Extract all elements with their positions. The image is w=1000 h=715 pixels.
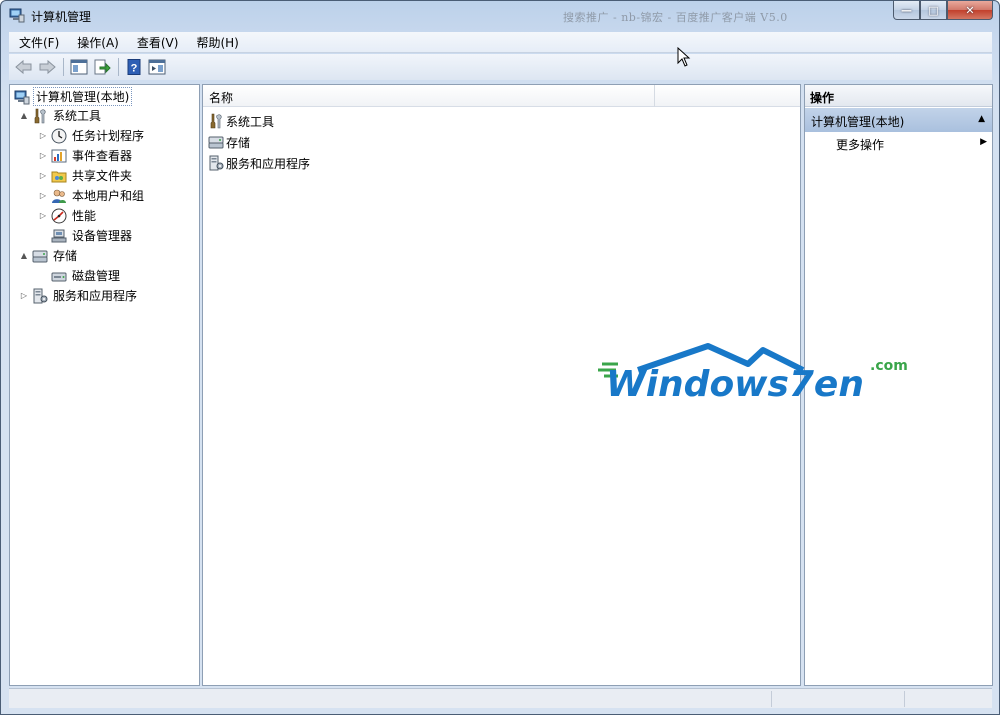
mouse-cursor-icon <box>677 47 691 67</box>
tree-item-root[interactable]: 计算机管理(本地) <box>12 87 133 106</box>
event-viewer-icon <box>51 149 67 162</box>
tree-item-label: 存储 <box>53 249 78 263</box>
tree-item-task-scheduler[interactable]: ▷ 任务计划程序 <box>37 126 146 145</box>
expand-arrow-icon[interactable]: ▷ <box>37 211 49 220</box>
toolbar-separator <box>118 58 119 76</box>
computer-management-icon <box>9 8 25 23</box>
export-list-button[interactable] <box>91 56 113 78</box>
toolbar: ? <box>9 54 992 80</box>
tree-item-performance[interactable]: ▷ 性能 <box>37 206 98 225</box>
show-hide-action-pane-button[interactable] <box>146 56 168 78</box>
list-item-services-apps[interactable]: 服务和应用程序 <box>208 153 310 173</box>
tree-item-services-apps[interactable]: ▷ 服务和应用程序 <box>18 286 139 305</box>
tree-item-disk-management[interactable]: 磁盘管理 <box>37 266 122 285</box>
minimize-icon: — <box>901 3 912 17</box>
tree-item-storage[interactable]: ▲ 存储 <box>18 246 79 265</box>
collapse-arrow-icon[interactable]: ▲ <box>18 111 30 120</box>
expand-arrow-icon[interactable]: ▷ <box>37 151 49 160</box>
list-item-label: 存储 <box>226 135 251 150</box>
close-icon: ✕ <box>965 3 975 17</box>
expand-arrow-icon[interactable]: ▷ <box>37 191 49 200</box>
forward-arrow-icon <box>39 59 56 75</box>
maximize-icon: □ <box>928 3 939 17</box>
collapse-arrow-icon[interactable]: ▲ <box>18 251 30 260</box>
status-bar-divider <box>771 691 772 707</box>
users-icon <box>52 189 66 203</box>
watermark-text: Windows7en <box>606 364 864 405</box>
device-manager-icon <box>51 229 67 242</box>
tree-item-local-users[interactable]: ▷ 本地用户和组 <box>37 186 146 205</box>
column-header-row: 名称 <box>203 85 800 107</box>
storage-icon <box>32 250 48 262</box>
tree-item-label: 任务计划程序 <box>72 129 145 143</box>
tree-item-label: 计算机管理(本地) <box>33 87 133 106</box>
caption-buttons: — □ ✕ <box>893 1 993 21</box>
tree-item-shared-folders[interactable]: ▷ 共享文件夹 <box>37 166 134 185</box>
tree-item-label: 磁盘管理 <box>72 269 121 283</box>
services-icon <box>209 155 224 171</box>
shared-folder-icon <box>51 171 67 182</box>
submenu-arrow-icon: ▶ <box>980 137 987 147</box>
toolbar-separator <box>63 58 64 76</box>
tree-item-event-viewer[interactable]: ▷ 事件查看器 <box>37 146 134 165</box>
expand-arrow-icon[interactable]: ▷ <box>37 171 49 180</box>
back-button[interactable] <box>13 56 35 78</box>
list-item-storage[interactable]: 存储 <box>208 132 250 152</box>
window-title: 计算机管理 <box>31 10 92 24</box>
action-group-computer-management[interactable]: 计算机管理(本地) ▲ <box>805 108 992 132</box>
tree-item-label: 设备管理器 <box>72 229 133 243</box>
svg-text:?: ? <box>131 63 138 75</box>
forward-button[interactable] <box>36 56 58 78</box>
action-more-actions[interactable]: 更多操作 <box>836 136 884 153</box>
column-header-name[interactable]: 名称 <box>209 89 233 106</box>
disk-icon <box>51 272 67 281</box>
list-item-label: 系统工具 <box>226 114 275 129</box>
windows7en-watermark-logo: Windows7en .com <box>598 343 908 405</box>
menu-view[interactable]: 查看(V) <box>127 34 187 51</box>
status-bar <box>9 688 992 708</box>
close-button[interactable]: ✕ <box>947 1 993 20</box>
collapse-triangle-icon[interactable]: ▲ <box>978 114 985 124</box>
list-item-system-tools[interactable]: 系统工具 <box>208 111 274 131</box>
help-icon: ? <box>127 59 141 75</box>
tree-item-label: 本地用户和组 <box>72 189 145 203</box>
background-window-title: 搜索推广 - nb-锦宏 - 百度推广客户端 V5.0 <box>563 11 788 24</box>
services-icon <box>33 288 48 303</box>
menu-bar: 文件(F) 操作(A) 查看(V) 帮助(H) <box>9 32 992 53</box>
tools-icon <box>210 113 222 129</box>
title-bar[interactable]: 计算机管理 搜索推广 - nb-锦宏 - 百度推广客户端 V5.0 — □ ✕ <box>1 1 999 31</box>
show-hide-console-tree-button[interactable] <box>68 56 90 78</box>
expand-arrow-icon[interactable]: ▷ <box>18 291 30 300</box>
export-list-icon <box>94 59 111 75</box>
performance-icon <box>51 208 67 223</box>
tree-item-device-manager[interactable]: 设备管理器 <box>37 226 134 245</box>
status-bar-divider <box>904 691 905 707</box>
minimize-button[interactable]: — <box>893 1 920 20</box>
tree-item-label: 事件查看器 <box>72 149 133 163</box>
tools-icon <box>34 108 46 123</box>
tree-item-label: 性能 <box>72 209 97 223</box>
menu-file[interactable]: 文件(F) <box>9 34 67 51</box>
list-item-label: 服务和应用程序 <box>226 156 311 171</box>
clock-icon <box>51 128 67 143</box>
tree-item-system-tools[interactable]: ▲ 系统工具 <box>18 106 103 125</box>
storage-icon <box>208 136 224 149</box>
tree-item-label: 共享文件夹 <box>72 169 133 183</box>
show-hide-console-tree-icon <box>70 59 88 75</box>
menu-action[interactable]: 操作(A) <box>67 34 127 51</box>
tree-item-label: 系统工具 <box>53 109 102 123</box>
tree-item-label: 服务和应用程序 <box>53 289 138 303</box>
action-group-label: 计算机管理(本地) <box>811 115 905 129</box>
menu-help[interactable]: 帮助(H) <box>186 34 246 51</box>
show-hide-action-pane-icon <box>148 59 166 75</box>
help-button[interactable]: ? <box>123 56 145 78</box>
action-pane-title: 操作 <box>805 85 992 107</box>
computer-management-icon <box>14 90 30 104</box>
expand-arrow-icon[interactable]: ▷ <box>37 131 49 140</box>
maximize-button[interactable]: □ <box>920 1 947 20</box>
back-arrow-icon <box>15 59 32 75</box>
console-tree-pane[interactable]: 计算机管理(本地) ▲ 系统工具 ▷ 任务计划程序 ▷ 事件查看器 ▷ 共享文件… <box>9 84 200 686</box>
watermark-suffix: .com <box>870 358 908 374</box>
column-divider[interactable] <box>654 85 655 107</box>
